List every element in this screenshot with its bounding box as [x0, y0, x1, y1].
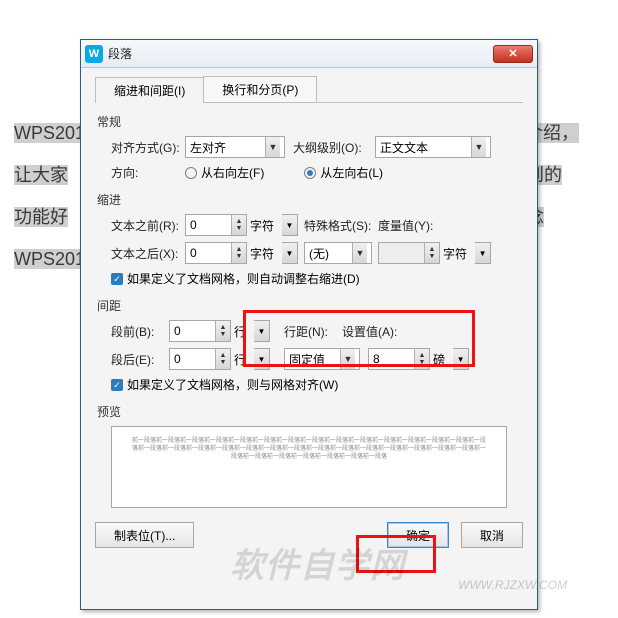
- ok-button[interactable]: 确定: [387, 522, 449, 548]
- space-after-label: 段后(E):: [111, 351, 169, 368]
- auto-indent-checkbox[interactable]: [111, 273, 123, 285]
- snap-grid-label: 如果定义了文档网格，则与网格对齐(W): [127, 376, 338, 393]
- char-unit: 字符: [250, 245, 274, 262]
- close-icon[interactable]: ✕: [493, 45, 533, 63]
- set-value-spin[interactable]: 8▲▼: [368, 348, 430, 370]
- before-text-spin[interactable]: 0▲▼: [185, 214, 247, 236]
- unit-dropdown[interactable]: ▼: [282, 242, 298, 264]
- direction-ltr-label: 从左向右(L): [320, 164, 383, 181]
- outline-label: 大纲级别(O):: [293, 139, 375, 156]
- unit-dropdown[interactable]: ▼: [254, 320, 270, 342]
- snap-grid-checkbox[interactable]: [111, 379, 123, 391]
- point-unit: 磅: [433, 351, 445, 368]
- unit-dropdown[interactable]: ▼: [453, 348, 469, 370]
- tab-line-page-breaks[interactable]: 换行和分页(P): [203, 76, 317, 102]
- section-indent: 缩进: [97, 191, 523, 208]
- space-before-spin[interactable]: 0▲▼: [169, 320, 231, 342]
- line-unit: 行: [234, 323, 246, 340]
- chevron-down-icon: ▼: [265, 137, 280, 157]
- tab-indent-spacing[interactable]: 缩进和间距(I): [95, 77, 204, 103]
- section-spacing: 间距: [97, 297, 523, 314]
- measure-spin: ▲▼: [378, 242, 440, 264]
- direction-rtl-radio[interactable]: [185, 167, 197, 179]
- chevron-down-icon: ▼: [340, 349, 355, 369]
- direction-ltr-radio[interactable]: [304, 167, 316, 179]
- preview-box: 前一段落前一段落前一段落前一段落前一段落前一段落前一段落前一段落前一段落前一段落…: [111, 426, 507, 508]
- measure-label: 度量值(Y):: [378, 217, 446, 234]
- space-before-label: 段前(B):: [111, 323, 169, 340]
- char-unit: 字符: [250, 217, 274, 234]
- align-label: 对齐方式(G):: [111, 139, 185, 156]
- align-combo[interactable]: 左对齐▼: [185, 136, 285, 158]
- line-unit: 行: [234, 351, 246, 368]
- char-unit: 字符: [443, 245, 467, 262]
- titlebar[interactable]: W 段落 ✕: [81, 40, 537, 68]
- after-text-label: 文本之后(X):: [111, 245, 185, 262]
- unit-dropdown[interactable]: ▼: [475, 242, 491, 264]
- after-text-spin[interactable]: 0▲▼: [185, 242, 247, 264]
- chevron-down-icon: ▼: [471, 137, 486, 157]
- tabstops-button[interactable]: 制表位(T)...: [95, 522, 194, 548]
- set-value-label: 设置值(A):: [342, 323, 402, 340]
- outline-combo[interactable]: 正文文本▼: [375, 136, 491, 158]
- unit-dropdown[interactable]: ▼: [254, 348, 270, 370]
- unit-dropdown[interactable]: ▼: [282, 214, 298, 236]
- auto-indent-label: 如果定义了文档网格，则自动调整右缩进(D): [127, 270, 360, 287]
- section-preview: 预览: [97, 403, 523, 420]
- before-text-label: 文本之前(R):: [111, 217, 185, 234]
- tab-strip: 缩进和间距(I) 换行和分页(P): [95, 76, 523, 103]
- section-general: 常规: [97, 113, 523, 130]
- paragraph-dialog: W 段落 ✕ 缩进和间距(I) 换行和分页(P) 常规 对齐方式(G): 左对齐…: [80, 39, 538, 610]
- line-spacing-combo[interactable]: 固定值▼: [284, 348, 360, 370]
- line-spacing-label: 行距(N):: [284, 323, 342, 340]
- dialog-title: 段落: [108, 45, 493, 62]
- cancel-button[interactable]: 取消: [461, 522, 523, 548]
- special-label: 特殊格式(S):: [304, 217, 378, 234]
- space-after-spin[interactable]: 0▲▼: [169, 348, 231, 370]
- direction-rtl-label: 从右向左(F): [201, 164, 264, 181]
- app-icon: W: [85, 45, 103, 63]
- direction-label: 方向:: [111, 164, 185, 181]
- chevron-down-icon: ▼: [352, 243, 367, 263]
- special-combo[interactable]: (无)▼: [304, 242, 372, 264]
